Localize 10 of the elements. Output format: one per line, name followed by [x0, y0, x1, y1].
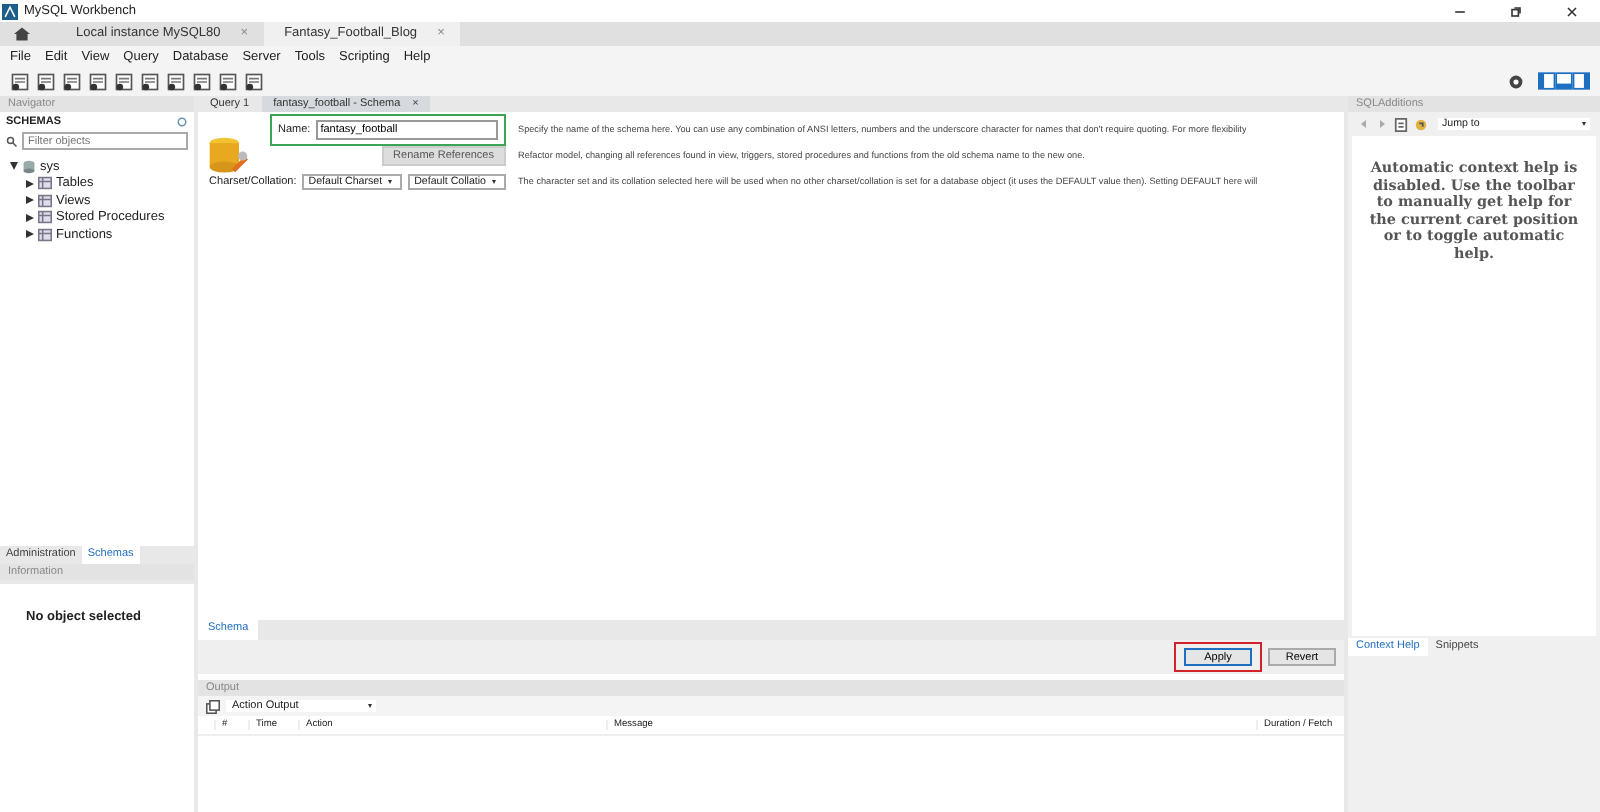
- restore-icon[interactable]: [1508, 3, 1524, 19]
- settings-icon[interactable]: [1508, 73, 1524, 89]
- close-icon[interactable]: [1564, 3, 1580, 19]
- copy-icon[interactable]: [206, 699, 220, 713]
- search-icon: [6, 135, 18, 147]
- home-icon[interactable]: [12, 26, 32, 42]
- database-edit-icon: [206, 134, 250, 178]
- document-icon[interactable]: [1394, 117, 1408, 131]
- database-icon: [22, 159, 36, 174]
- layout-toggle-icon[interactable]: [1538, 72, 1590, 90]
